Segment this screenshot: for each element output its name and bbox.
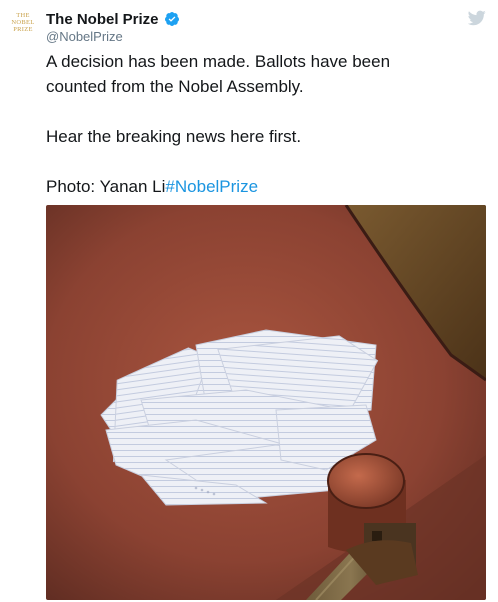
photo-credit: Photo: Yanan Li [46, 177, 166, 196]
avatar-line-prize: PRIZE [13, 26, 33, 33]
avatar-line-nobel: NOBEL [11, 19, 35, 26]
verified-badge-icon [164, 12, 179, 26]
tweet-text-line-2: counted from the Nobel Assembly. [46, 77, 304, 96]
tweet-text-line-3: Hear the breaking news here first. [46, 127, 302, 146]
avatar[interactable]: THE NOBEL PRIZE [7, 12, 39, 40]
tweet-text-line-4: Photo: Yanan Li#NobelPrize [46, 174, 486, 199]
tweet-text-line-1: A decision has been made. Ballots have b… [46, 52, 391, 71]
handle[interactable]: @NobelPrize [46, 29, 123, 44]
photo-ballots-and-gavel [46, 205, 486, 600]
bird-logo-icon[interactable] [468, 10, 486, 26]
display-name[interactable]: The Nobel Prize [46, 11, 159, 28]
hashtag-link[interactable]: #NobelPrize [165, 177, 258, 196]
avatar-line-the: THE [16, 12, 30, 19]
tweet-photo[interactable] [46, 205, 486, 600]
author-name-row[interactable]: The Nobel Prize [46, 9, 180, 29]
tweet-text: A decision has been made. Ballots have b… [46, 49, 486, 199]
tweet-card: THE NOBEL PRIZE The Nobel Prize @NobelPr… [0, 0, 498, 602]
